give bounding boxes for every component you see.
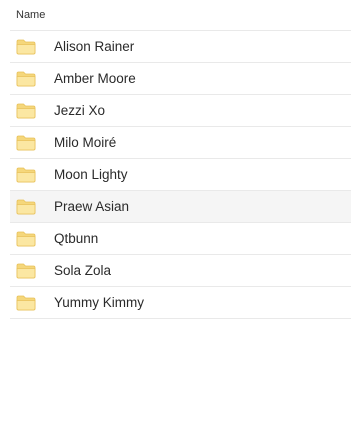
- folder-icon: [16, 262, 36, 279]
- folder-name: Yummy Kimmy: [54, 295, 145, 310]
- folder-name: Qtbunn: [54, 231, 99, 246]
- folder-name: Moon Lighty: [54, 167, 128, 182]
- folder-row[interactable]: Praew Asian: [10, 191, 351, 223]
- folder-row[interactable]: Jezzi Xo: [10, 95, 351, 127]
- folder-row[interactable]: Amber Moore: [10, 63, 351, 95]
- folder-icon: [16, 134, 36, 151]
- folder-icon: [16, 166, 36, 183]
- folder-name: Praew Asian: [54, 199, 130, 214]
- folder-icon: [16, 230, 36, 247]
- folder-name: Jezzi Xo: [54, 103, 106, 118]
- folder-row[interactable]: Sola Zola: [10, 255, 351, 287]
- folder-icon: [16, 198, 36, 215]
- folder-row[interactable]: Milo Moiré: [10, 127, 351, 159]
- folder-name: Alison Rainer: [54, 39, 135, 54]
- folder-icon: [16, 38, 36, 55]
- folder-rows: Alison Rainer Amber Moore Jezzi Xo Milo Moi…: [10, 31, 351, 319]
- folder-row[interactable]: Moon Lighty: [10, 159, 351, 191]
- folder-row[interactable]: Qtbunn: [10, 223, 351, 255]
- folder-icon: [16, 70, 36, 87]
- list-header: Name: [10, 0, 351, 31]
- folder-name: Milo Moiré: [54, 135, 117, 150]
- folder-name: Amber Moore: [54, 71, 136, 86]
- folder-row[interactable]: Yummy Kimmy: [10, 287, 351, 319]
- folder-icon: [16, 102, 36, 119]
- folder-row[interactable]: Alison Rainer: [10, 31, 351, 63]
- folder-name: Sola Zola: [54, 263, 112, 278]
- file-list: Name Alison Rainer Amber Moore Jezzi Xo Mil…: [0, 0, 351, 436]
- name-column-header[interactable]: Name: [16, 9, 45, 21]
- folder-icon: [16, 294, 36, 311]
